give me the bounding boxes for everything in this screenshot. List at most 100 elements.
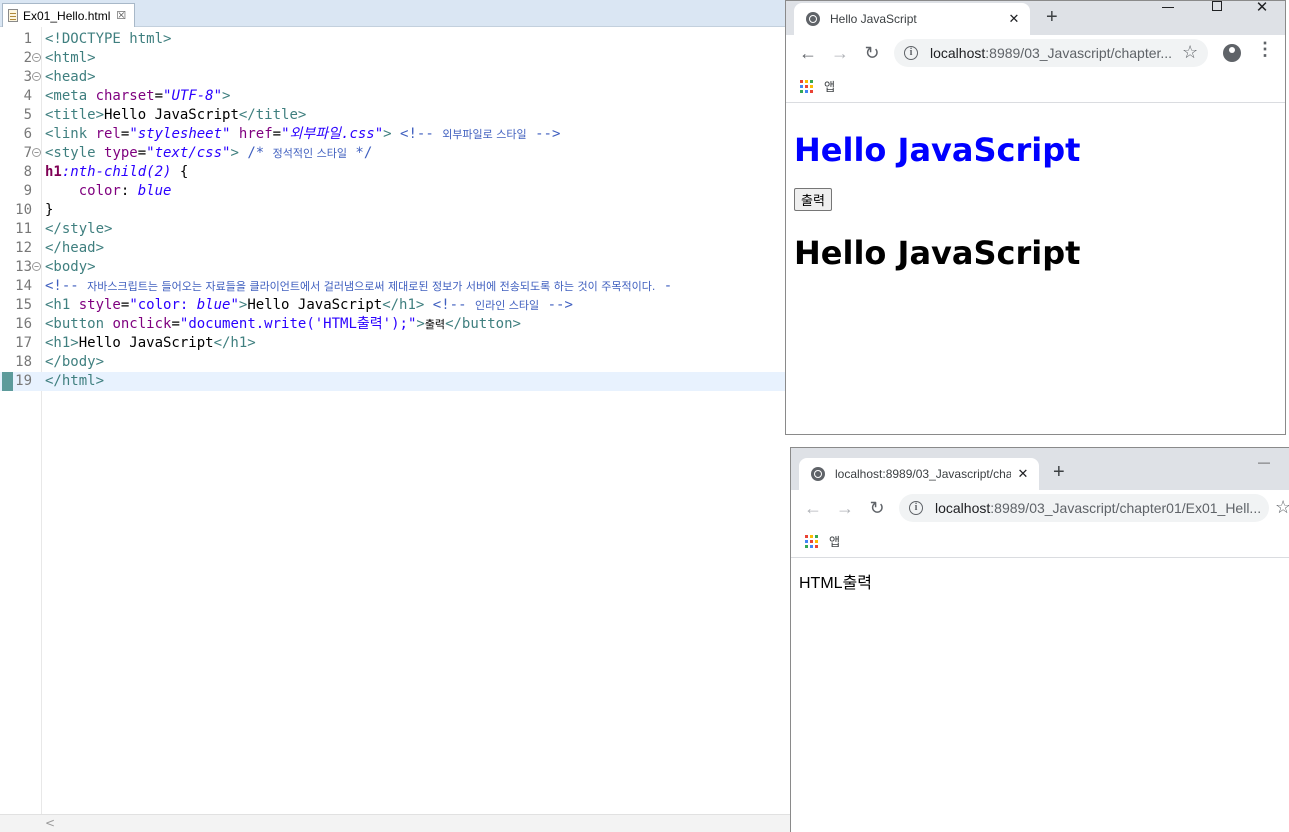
apps-label[interactable]: 앱 xyxy=(829,533,840,550)
code-text: <!-- 자바스크립트는 들어오는 자료들을 클라이언트에서 걸러냄으로써 제대… xyxy=(45,277,672,296)
line-number: 14 xyxy=(15,278,32,294)
new-tab-button[interactable]: + xyxy=(1053,462,1065,482)
fold-toggle-icon[interactable]: − xyxy=(32,148,41,157)
apps-dot xyxy=(810,539,813,543)
apps-grid-icon[interactable] xyxy=(805,534,819,549)
apps-dot xyxy=(805,79,808,83)
editor-tab-ex01-hello[interactable]: Ex01_Hello.html ☒ xyxy=(2,3,135,27)
code-line[interactable]: 3− <head> xyxy=(0,68,790,87)
code-token: <head> xyxy=(45,69,96,85)
line-number: 18 xyxy=(15,354,32,370)
code-line[interactable]: 5 <title>Hello JavaScript</title> xyxy=(0,106,790,125)
code-line[interactable]: 12 </head> xyxy=(0,239,790,258)
code-line[interactable]: 16 <button onclick="document.write('HTML출… xyxy=(0,315,790,334)
fold-toggle-icon[interactable]: − xyxy=(32,53,41,62)
address-bar[interactable]: i localhost:8989/03_Javascript/chapter..… xyxy=(894,39,1208,67)
window-close-button[interactable]: ✕ xyxy=(1239,1,1285,18)
browser-window-hello: Hello JavaScript ✕ + ✕ ← → ↻ i localhost… xyxy=(785,0,1286,435)
code-line[interactable]: 17 <h1>Hello JavaScript</h1> xyxy=(0,334,790,353)
apps-dot xyxy=(810,90,813,94)
apps-label[interactable]: 앱 xyxy=(824,78,835,95)
apps-grid-icon[interactable] xyxy=(800,79,814,94)
horizontal-scrollbar[interactable]: < xyxy=(0,814,790,832)
line-number: 11 xyxy=(15,221,32,237)
code-line[interactable]: 13− <body> xyxy=(0,258,790,277)
code-token: </html> xyxy=(45,373,105,389)
maximize-button[interactable] xyxy=(1194,1,1240,18)
code-line[interactable]: 11 </style> xyxy=(0,220,790,239)
code-line[interactable]: 9 color: blue xyxy=(0,182,790,201)
code-line[interactable]: 6 <link rel="stylesheet" href="외부파일.css">… xyxy=(0,125,790,144)
code-line[interactable]: 2− <html> xyxy=(0,49,790,68)
reload-icon[interactable]: ↻ xyxy=(860,41,884,65)
url-path: :8989/03_Javascript/chapter... xyxy=(985,45,1173,61)
code-token: - xyxy=(655,278,673,294)
info-icon[interactable]: i xyxy=(904,46,918,60)
minimize-button[interactable]: — xyxy=(1241,452,1287,472)
browser-toolbar: ← → ↻ i localhost:8989/03_Javascript/cha… xyxy=(791,490,1289,526)
scroll-left-arrow-icon[interactable]: < xyxy=(45,816,55,830)
code-text: <h1 style="color: blue">Hello JavaScript… xyxy=(45,296,573,315)
account-icon[interactable] xyxy=(1223,44,1241,62)
code-text: <style type="text/css"> /* 정석적인 스타일 */ xyxy=(45,144,372,163)
address-bar[interactable]: i localhost:8989/03_Javascript/chapter01… xyxy=(899,494,1269,522)
tab-close-icon[interactable]: ✕ xyxy=(1002,11,1026,27)
code-lines: 1 <!DOCTYPE html> 2− <html> 3− <head> 4 <meta c… xyxy=(0,30,790,391)
fold-toggle-icon[interactable]: − xyxy=(32,72,41,81)
editor-text-area[interactable]: 1 <!DOCTYPE html> 2− <html> 3− <head> 4 <meta c… xyxy=(0,27,790,814)
minimize-button[interactable] xyxy=(1146,1,1192,18)
apps-dot xyxy=(805,534,808,538)
code-line[interactable]: 15 <h1 style="color: blue">Hello JavaScri… xyxy=(0,296,790,315)
new-tab-button[interactable]: + xyxy=(1046,7,1058,27)
line-number: 19 xyxy=(15,373,32,389)
apps-dot xyxy=(800,84,803,88)
code-token: Hello JavaScript xyxy=(247,297,383,313)
browser-tab-title: localhost:8989/03_Javascript/cha xyxy=(835,467,1011,481)
code-token: "UTF-8" xyxy=(163,88,223,104)
info-icon[interactable]: i xyxy=(909,501,923,515)
code-line[interactable]: 1 <!DOCTYPE html> xyxy=(0,30,790,49)
bookmark-star-icon[interactable]: ☆ xyxy=(1275,497,1289,518)
line-number: 15 xyxy=(15,297,32,313)
code-line[interactable]: 18 </body> xyxy=(0,353,790,372)
code-line[interactable]: 14 <!-- 자바스크립트는 들어오는 자료들을 클라이언트에서 걸러냄으로써 … xyxy=(0,277,790,296)
code-token: --> xyxy=(539,297,573,313)
url-path: :8989/03_Javascript/chapter01/Ex01_Hell.… xyxy=(990,500,1262,516)
code-token: Hello JavaScript xyxy=(104,107,239,123)
html-file-icon xyxy=(8,9,18,22)
back-arrow-icon[interactable]: ← xyxy=(796,41,820,65)
fold-toggle-icon[interactable]: − xyxy=(32,262,41,271)
browser-tab-hello-javascript[interactable]: Hello JavaScript ✕ xyxy=(794,3,1030,35)
reload-icon[interactable]: ↻ xyxy=(865,496,889,520)
code-line[interactable]: 19 </html> xyxy=(0,372,790,391)
code-text: <link rel="stylesheet" href="외부파일.css"> … xyxy=(45,125,560,144)
line-number: 4 xyxy=(23,88,32,104)
close-icon[interactable]: ☒ xyxy=(116,9,126,22)
browser-tab-localhost[interactable]: localhost:8989/03_Javascript/cha ✕ xyxy=(799,458,1039,490)
code-token: : xyxy=(120,183,138,199)
code-token: 정석적인 스타일 xyxy=(272,147,347,160)
code-line[interactable]: 7− <style type="text/css"> /* 정석적인 스타일 */ xyxy=(0,144,790,163)
code-line[interactable]: 8 h1:nth-child(2) { xyxy=(0,163,790,182)
output-button[interactable]: 출력 xyxy=(794,188,832,211)
code-token: type xyxy=(104,145,138,161)
line-number: 8 xyxy=(23,164,32,180)
apps-dot xyxy=(815,534,818,538)
code-text: <title>Hello JavaScript</title> xyxy=(45,106,306,125)
forward-arrow-icon[interactable]: → xyxy=(833,496,857,520)
code-token: onclick xyxy=(112,316,172,332)
bookmark-star-icon[interactable]: ☆ xyxy=(1182,42,1198,63)
code-token: </body> xyxy=(45,354,105,370)
code-token: { xyxy=(171,164,189,180)
code-line[interactable]: 4 <meta charset="UTF-8"> xyxy=(0,87,790,106)
code-token: <body> xyxy=(45,259,96,275)
back-arrow-icon[interactable]: ← xyxy=(801,496,825,520)
code-line[interactable]: 10} xyxy=(0,201,790,220)
forward-arrow-icon[interactable]: → xyxy=(828,41,852,65)
menu-dots-icon[interactable]: ⋮ xyxy=(1256,39,1274,60)
tab-close-icon[interactable]: ✕ xyxy=(1011,466,1035,482)
globe-icon xyxy=(806,12,820,26)
code-editor[interactable]: Ex01_Hello.html ☒ 1 <!DOCTYPE html> 2− <htm… xyxy=(0,0,790,832)
